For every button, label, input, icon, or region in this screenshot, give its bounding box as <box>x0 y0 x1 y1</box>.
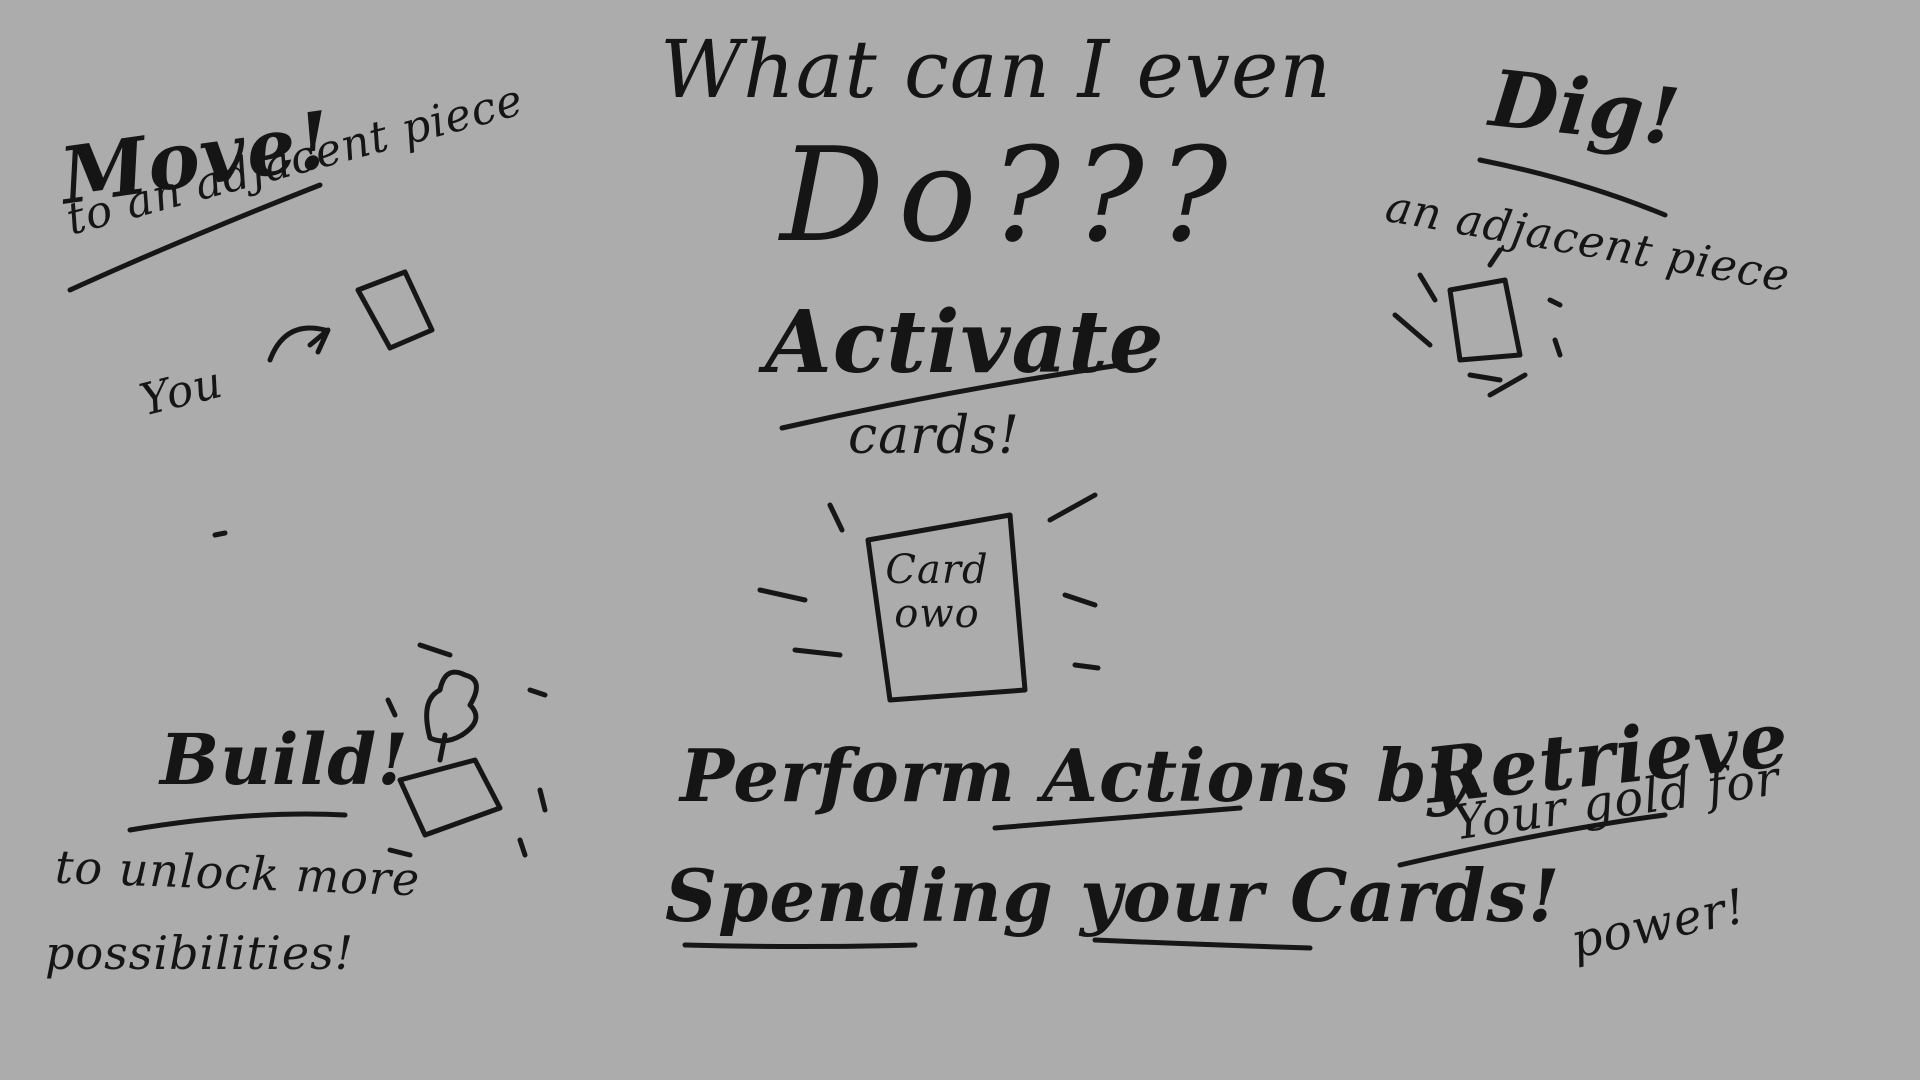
dig-burst-icon <box>1392 247 1563 398</box>
move-you-label: You <box>134 356 228 427</box>
build-burst-icon <box>385 642 548 858</box>
build-underline <box>127 811 348 833</box>
page-title-line2: Do??? <box>780 119 1242 271</box>
build-subtitle-line1: to unlock more <box>54 839 422 907</box>
stray-mark <box>212 530 228 538</box>
perform-line1: Perform Actions by <box>680 733 1471 818</box>
card-label: Card owo <box>885 547 989 637</box>
activate-subtitle: cards! <box>848 406 1020 466</box>
build-heading: Build! <box>160 718 409 801</box>
move-arrow-icon <box>267 325 331 363</box>
sketch-canvas: What can I even Do??? Move! to an adjace… <box>0 0 1920 1080</box>
cards-underline <box>1092 937 1313 951</box>
dig-subtitle: an adjacent piece <box>1381 181 1794 303</box>
tree-icon <box>424 669 479 763</box>
perform-line2: Spending your Cards! <box>665 853 1561 938</box>
build-subtitle-line2: possibilities! <box>45 926 355 980</box>
dig-heading: Dig! <box>1485 53 1685 164</box>
page-title-line1: What can I even <box>660 23 1332 116</box>
spending-underline <box>682 942 918 949</box>
build-block-icon <box>397 757 503 838</box>
retrieve-subtitle-line2: power! <box>1566 878 1752 970</box>
move-piece-icon <box>355 269 435 351</box>
activate-heading: Activate <box>765 292 1165 393</box>
dig-piece-icon <box>1447 277 1523 363</box>
